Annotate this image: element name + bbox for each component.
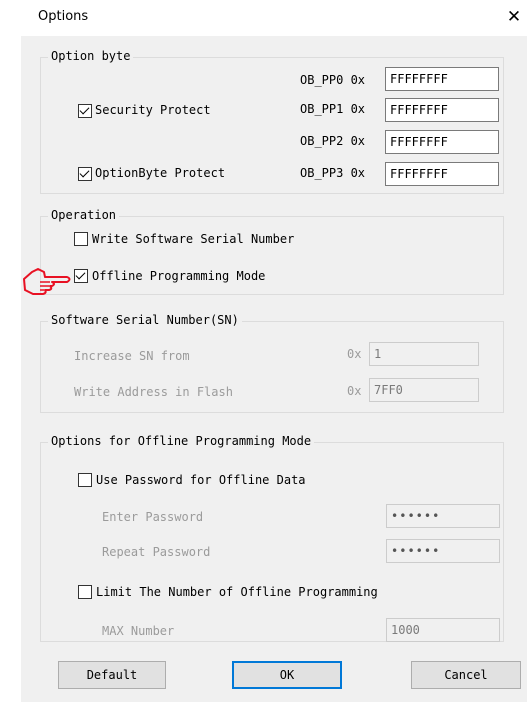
write-address-prefix: 0x xyxy=(347,384,362,398)
repeat-password-input[interactable]: •••••• xyxy=(386,539,500,563)
ob-pp2-input[interactable]: FFFFFFFF xyxy=(385,130,499,154)
write-address-label: Write Address in Flash xyxy=(74,385,233,399)
increase-sn-prefix: 0x xyxy=(347,347,362,361)
offline-mode-label: Offline Programming Mode xyxy=(92,269,266,283)
ob-pp0-label: OB_PP0 0x xyxy=(300,73,366,87)
offline-mode-checkbox[interactable] xyxy=(74,269,88,283)
security-protect-checkbox[interactable] xyxy=(78,104,92,118)
write-sn-label: Write Software Serial Number xyxy=(92,232,295,246)
ob-pp2-label: OB_PP2 0x xyxy=(300,134,366,148)
ok-button[interactable]: OK xyxy=(232,661,342,689)
close-button[interactable]: ✕ xyxy=(501,4,527,32)
option-byte-title: Option byte xyxy=(48,49,134,64)
write-sn-checkbox[interactable] xyxy=(74,232,88,246)
max-number-label: MAX Number xyxy=(102,624,175,638)
optionbyte-protect-checkbox[interactable] xyxy=(78,167,92,181)
write-address-input[interactable]: 7FF0 xyxy=(369,378,479,402)
ob-pp1-input[interactable]: FFFFFFFF xyxy=(385,98,499,122)
optionbyte-protect-label: OptionByte Protect xyxy=(95,166,226,180)
pointing-hand-icon xyxy=(23,268,71,295)
offline-options-title: Options for Offline Programming Mode xyxy=(48,434,315,449)
max-number-input[interactable]: 1000 xyxy=(386,618,500,642)
increase-sn-input[interactable]: 1 xyxy=(369,342,479,366)
cancel-button[interactable]: Cancel xyxy=(411,661,521,689)
limit-number-checkbox[interactable] xyxy=(78,585,92,599)
options-dialog: Options ✕ Option byte Security Protect O… xyxy=(21,0,527,702)
offline-options-group: Options for Offline Programming Mode Use… xyxy=(40,434,504,642)
enter-password-input[interactable]: •••••• xyxy=(386,504,500,528)
use-password-checkbox[interactable] xyxy=(78,473,92,487)
operation-group: Operation Write Software Serial Number O… xyxy=(40,208,504,295)
default-button[interactable]: Default xyxy=(58,661,166,689)
operation-title: Operation xyxy=(48,208,120,223)
increase-sn-label: Increase SN from xyxy=(74,349,190,363)
enter-password-label: Enter Password xyxy=(102,510,204,524)
window-title: Options xyxy=(38,9,89,24)
serial-number-title: Software Serial Number(SN) xyxy=(48,313,242,328)
use-password-label: Use Password for Offline Data xyxy=(96,473,306,487)
option-byte-group: Option byte Security Protect OptionByte … xyxy=(40,49,504,194)
limit-number-label: Limit The Number of Offline Programming xyxy=(96,585,378,599)
ob-pp3-input[interactable]: FFFFFFFF xyxy=(385,162,499,186)
security-protect-label: Security Protect xyxy=(95,103,211,117)
ob-pp0-input[interactable]: FFFFFFFF xyxy=(385,67,499,91)
ob-pp1-label: OB_PP1 0x xyxy=(300,102,366,116)
serial-number-group: Software Serial Number(SN) Increase SN f… xyxy=(40,313,504,413)
repeat-password-label: Repeat Password xyxy=(102,545,211,559)
title-bar: Options ✕ xyxy=(21,0,527,36)
ob-pp3-label: OB_PP3 0x xyxy=(300,166,366,180)
